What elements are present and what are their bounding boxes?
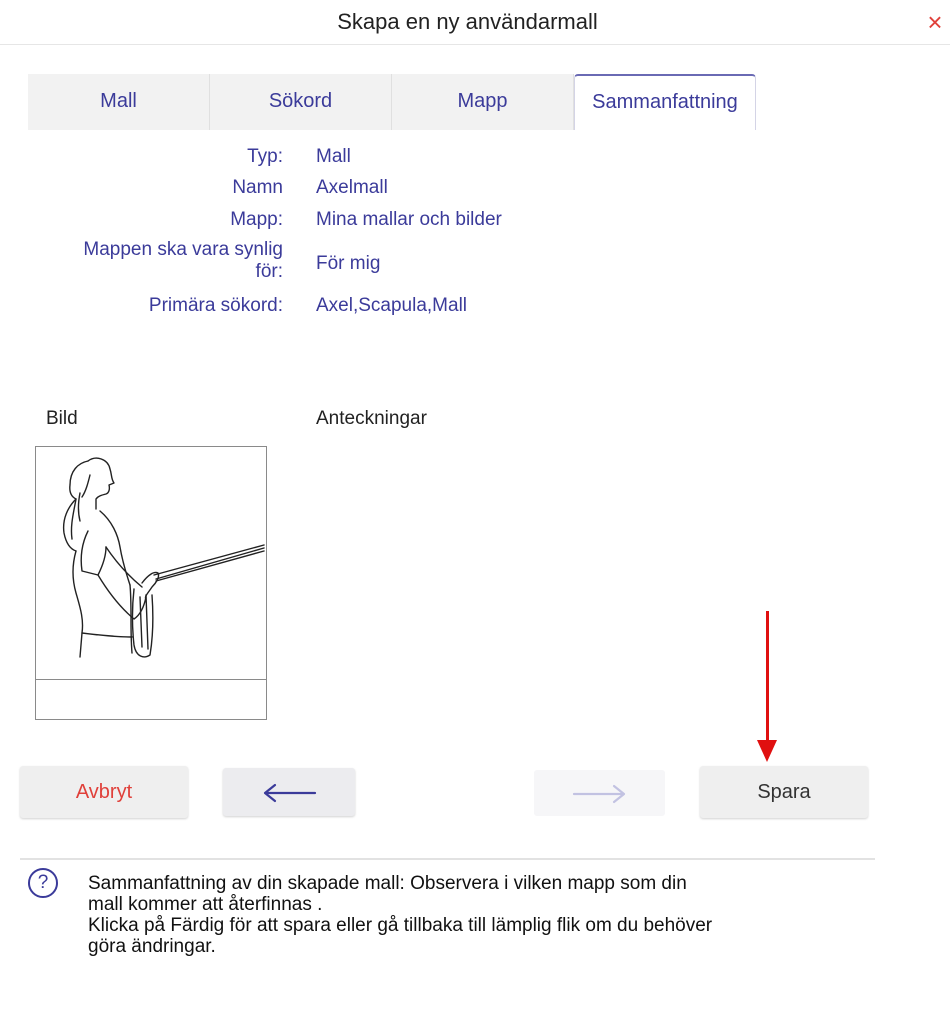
close-icon[interactable]: × (924, 9, 946, 35)
create-template-dialog: Skapa en ny användarmall × Mall Sökord M… (0, 0, 950, 1024)
summary-value: Axelmall (316, 177, 388, 198)
tab-sokord[interactable]: Sökord (210, 74, 392, 130)
summary-label: Namn (232, 177, 283, 198)
tab-bar: Mall Sökord Mapp Sammanfattning (28, 74, 758, 130)
question-icon: ? (28, 868, 58, 898)
help-line: Sammanfattning av din skapade mall: Obse… (88, 873, 687, 894)
tab-sammanfattning[interactable]: Sammanfattning (574, 74, 756, 130)
annotation-arrow-shaft (766, 611, 769, 743)
notes-section-label: Anteckningar (316, 408, 427, 429)
save-button[interactable]: Spara (700, 766, 868, 818)
summary-value: Axel,Scapula,Mall (316, 295, 468, 316)
next-button[interactable] (534, 770, 665, 816)
help-divider (20, 858, 875, 860)
dialog-title: Skapa en ny användarmall (337, 9, 598, 34)
help-line: göra ändringar. (88, 936, 216, 957)
help-line: mall kommer att återfinnas . (88, 894, 323, 915)
exercise-illustration-icon (62, 457, 265, 658)
help-line: Klicka på Färdig för att spara eller gå … (88, 915, 713, 936)
arrow-right-icon (572, 784, 625, 803)
summary-value: För mig (316, 253, 381, 274)
summary-label-line1: Mappen ska vara synlig (83, 239, 283, 260)
summary-label: Typ: (247, 146, 283, 167)
summary-value: Mina mallar och bilder (316, 209, 502, 230)
summary-label: Primära sökord: (148, 295, 283, 316)
template-image[interactable] (35, 446, 267, 720)
annotation-arrow-icon (757, 740, 777, 762)
arrow-left-icon (263, 783, 317, 802)
image-section-label: Bild (46, 408, 78, 429)
summary-label-line2: för: (255, 261, 283, 282)
summary-value: Mall (316, 146, 351, 167)
image-caption-divider (36, 679, 266, 680)
cancel-button[interactable]: Avbryt (20, 766, 188, 818)
tab-mall[interactable]: Mall (28, 74, 210, 130)
back-button[interactable] (223, 768, 355, 816)
help-text: Sammanfattning av din skapade mall: Obse… (88, 873, 888, 957)
tab-mapp[interactable]: Mapp (392, 74, 574, 130)
title-divider (0, 44, 950, 45)
summary-label: Mapp: (230, 209, 283, 230)
